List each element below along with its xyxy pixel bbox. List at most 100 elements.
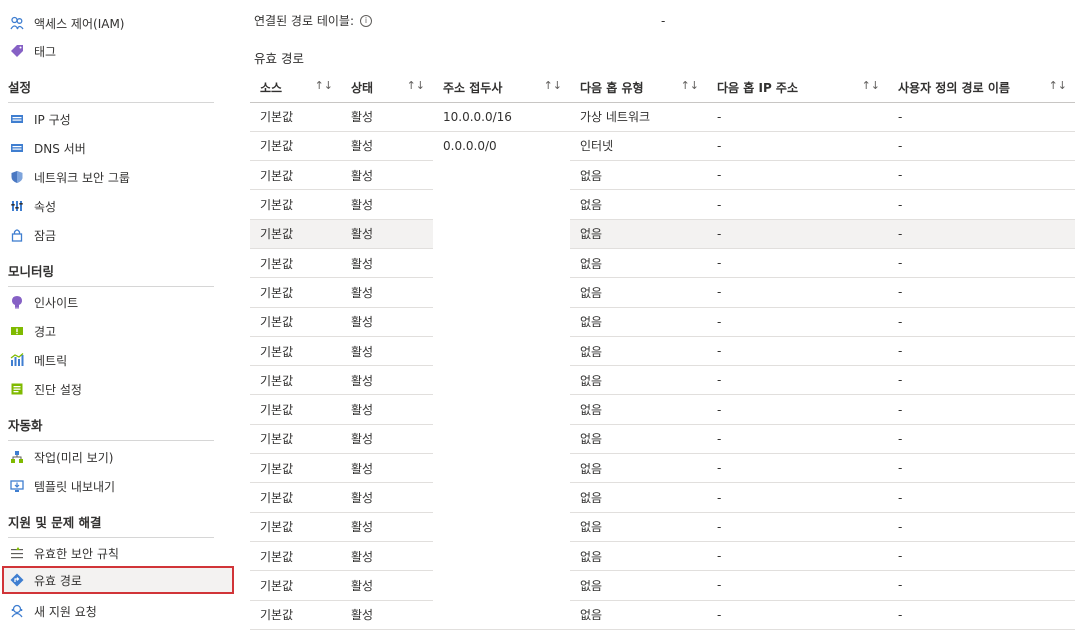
column-header-state[interactable]: 상태 ↑↓ — [341, 73, 433, 103]
table-row[interactable]: 기본값 활성 없음 - - — [250, 336, 1075, 367]
section-header-monitoring: 모니터링 — [8, 257, 214, 287]
source-cell: 기본값 — [250, 453, 341, 484]
next-hop-type-cell: 없음 — [570, 600, 707, 630]
sidebar-item-effective-routes[interactable]: 유효 경로 — [2, 566, 234, 594]
sort-icon[interactable]: ↑↓ — [1049, 79, 1067, 92]
state-cell: 활성 — [341, 219, 433, 249]
sort-icon[interactable]: ↑↓ — [407, 79, 425, 92]
table-row[interactable]: 기본값 활성 없음 - - — [250, 600, 1075, 630]
sort-icon[interactable]: ↑↓ — [862, 79, 880, 92]
table-row[interactable]: 기본값 활성 없음 - - — [250, 219, 1075, 249]
sidebar-item-metrics[interactable]: 메트릭 — [4, 346, 214, 374]
route-name-cell: - — [888, 482, 1075, 513]
sidebar-item-insights[interactable]: 인사이트 — [4, 288, 214, 316]
address-prefix-cell — [433, 307, 570, 336]
sidebar-item-tags[interactable]: 태그 — [4, 37, 214, 65]
table-row[interactable]: 기본값 활성 없음 - - — [250, 248, 1075, 279]
column-header-source[interactable]: 소스 ↑↓ — [250, 73, 341, 103]
main-content: 연결된 경로 테이블: i - 유효 경로 소스 ↑↓ 상태 ↑↓ 주소 접두사 ↑↓… — [250, 0, 1085, 642]
support-icon — [10, 604, 24, 618]
address-prefix-cell — [433, 571, 570, 600]
section-header-support: 지원 및 문제 해결 — [8, 508, 214, 538]
next-hop-type-cell: 없음 — [570, 248, 707, 279]
people-icon — [10, 16, 24, 30]
sidebar-item-label: 진단 설정 — [34, 382, 82, 397]
sidebar-item-ip-config[interactable]: IP 구성 — [4, 105, 214, 133]
sidebar-item-properties[interactable]: 속성 — [4, 192, 214, 220]
table-row[interactable]: 기본값 활성 없음 - - — [250, 482, 1075, 513]
table-row[interactable]: 기본값 활성 없음 - - — [250, 424, 1075, 455]
dns-server-icon — [10, 141, 24, 155]
section-header-settings: 설정 — [8, 73, 214, 103]
sidebar-item-effective-security-rules[interactable]: 유효한 보안 규칙 — [4, 539, 214, 567]
column-header-next-hop-ip[interactable]: 다음 홉 IP 주소 ↑↓ — [707, 73, 888, 103]
route-name-cell: - — [888, 365, 1075, 396]
address-prefix-cell — [433, 248, 570, 277]
source-cell: 기본값 — [250, 482, 341, 513]
column-header-next-hop-type[interactable]: 다음 홉 유형 ↑↓ — [570, 73, 707, 103]
address-prefix-cell — [433, 161, 570, 190]
table-row[interactable]: 기본값 활성 없음 - - — [250, 189, 1075, 220]
next-hop-ip-cell: - — [707, 570, 888, 601]
sidebar-item-locks[interactable]: 잠금 — [4, 221, 214, 249]
sidebar-item-alerts[interactable]: 경고 — [4, 317, 214, 345]
source-cell: 기본값 — [250, 570, 341, 601]
state-cell: 활성 — [341, 512, 433, 542]
next-hop-type-cell: 인터넷 — [570, 131, 707, 162]
column-header-address-prefix[interactable]: 주소 접두사 ↑↓ — [433, 73, 570, 103]
sidebar-item-diagnostic-settings[interactable]: 진단 설정 — [4, 375, 214, 403]
table-row[interactable]: 기본값 활성 없음 - - — [250, 365, 1075, 396]
route-name-cell: - — [888, 160, 1075, 191]
next-hop-ip-cell: - — [707, 219, 888, 249]
state-cell: 활성 — [341, 600, 433, 630]
route-name-cell: - — [888, 102, 1075, 132]
diagnostic-icon — [10, 382, 24, 396]
table-row[interactable]: 기본값 활성 없음 - - — [250, 512, 1075, 542]
table-row[interactable]: 기본값 활성 없음 - - — [250, 160, 1075, 191]
sidebar-item-export-template[interactable]: 템플릿 내보내기 — [4, 472, 214, 500]
security-rules-icon — [10, 546, 24, 560]
source-cell: 기본값 — [250, 248, 341, 279]
info-icon[interactable]: i — [360, 14, 372, 27]
address-prefix-cell — [433, 424, 570, 453]
table-row[interactable]: 기본값 활성 없음 - - — [250, 277, 1075, 308]
next-hop-ip-cell: - — [707, 512, 888, 542]
address-prefix-cell — [433, 512, 570, 541]
source-cell: 기본값 — [250, 307, 341, 337]
table-row[interactable]: 기본값 활성 없음 - - — [250, 541, 1075, 572]
source-cell: 기본값 — [250, 600, 341, 630]
sort-icon[interactable]: ↑↓ — [681, 79, 699, 92]
state-cell: 활성 — [341, 102, 433, 132]
sidebar-item-tasks-preview[interactable]: 작업(미리 보기) — [4, 443, 214, 471]
source-cell: 기본값 — [250, 131, 341, 162]
address-prefix-cell — [433, 600, 570, 630]
sidebar-item-new-support-request[interactable]: 새 지원 요청 — [4, 597, 214, 625]
next-hop-ip-cell: - — [707, 102, 888, 132]
source-cell: 기본값 — [250, 512, 341, 542]
associated-route-table: 연결된 경로 테이블: i — [254, 12, 372, 29]
next-hop-ip-cell: - — [707, 277, 888, 308]
sort-icon[interactable]: ↑↓ — [315, 79, 333, 92]
table-row[interactable]: 기본값 활성 없음 - - — [250, 453, 1075, 484]
next-hop-ip-cell: - — [707, 160, 888, 191]
sidebar-item-label: 유효 경로 — [34, 573, 82, 588]
route-name-cell: - — [888, 600, 1075, 630]
table-row[interactable]: 기본값 활성 없음 - - — [250, 394, 1075, 425]
table-row[interactable]: 기본값 활성 없음 - - — [250, 570, 1075, 601]
sidebar-item-access-control[interactable]: 액세스 제어(IAM) — [4, 9, 214, 37]
route-name-cell: - — [888, 131, 1075, 162]
next-hop-ip-cell: - — [707, 424, 888, 455]
table-row[interactable]: 기본값 활성 없음 - - — [250, 307, 1075, 337]
associated-route-table-value: - — [661, 14, 666, 28]
column-header-user-defined-route-name[interactable]: 사용자 정의 경로 이름 ↑↓ — [888, 73, 1075, 103]
section-header-automation: 자동화 — [8, 411, 214, 441]
table-row[interactable]: 기본값 활성 0.0.0.0/0 인터넷 - - — [250, 131, 1075, 162]
sidebar-item-network-security-group[interactable]: 네트워크 보안 그룹 — [4, 163, 214, 191]
source-cell: 기본값 — [250, 102, 341, 132]
sidebar-item-dns-server[interactable]: DNS 서버 — [4, 134, 214, 162]
table-row[interactable]: 기본값 활성 10.0.0.0/16 가상 네트워크 - - — [250, 102, 1075, 132]
sort-icon[interactable]: ↑↓ — [544, 79, 562, 92]
properties-icon — [10, 199, 24, 213]
route-name-cell: - — [888, 453, 1075, 484]
insights-icon — [10, 295, 24, 309]
